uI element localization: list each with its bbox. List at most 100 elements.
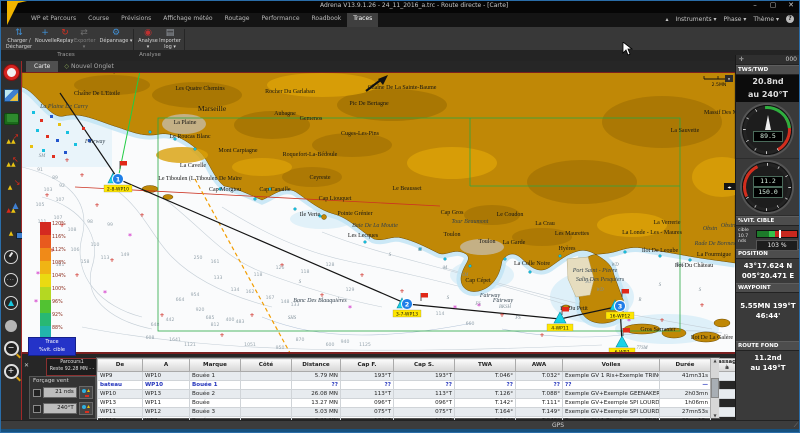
route-legs-table[interactable]: DeAMarqueCôtéDistanceCap F.Cap S.TWAAWAV… (97, 358, 744, 426)
column-header[interactable]: A (143, 359, 190, 372)
menu-phase[interactable]: Phase ▾ (724, 16, 747, 23)
wind-dir-picker-button[interactable]: ▴ (79, 402, 93, 415)
seabed-type: S (699, 288, 702, 293)
place-label: Chaîne De L'Etoile (74, 91, 120, 97)
table-row[interactable]: bateauWP10Bouée 1????????????— (98, 381, 744, 390)
legend-stop: 92% (40, 313, 66, 326)
replay-button[interactable]: ↻Replay (56, 28, 74, 45)
depth-sounding: 118 (301, 269, 310, 275)
nouvelle-button[interactable]: +Nouvelle (35, 28, 55, 45)
help-icon[interactable]: ? (786, 15, 794, 23)
wind-angle-lcd: 89.5 (753, 131, 783, 142)
column-header[interactable]: Voiles (563, 359, 660, 372)
vit-cible-header: %VIT. CIBLE (736, 216, 800, 226)
place-label: La Colle Noire (514, 261, 550, 267)
menu-instruments[interactable]: Instruments ▾ (675, 16, 716, 23)
column-header[interactable]: Marque (190, 359, 241, 372)
gps-status: GPS (552, 422, 564, 429)
hazard-cross: + (109, 257, 114, 264)
ribbon-tab-wp-et-parcours[interactable]: WP et Parcours (25, 13, 82, 27)
depth-sounding: 920 (196, 307, 205, 313)
wind-speed-checkbox[interactable] (33, 389, 41, 397)
title-bar: Adrena V13.9.1.26 - 24_11_2016_a.trc - R… (0, 0, 800, 13)
place-label: Les Maurettes (555, 231, 590, 237)
dial-needle-icon[interactable] (0, 245, 22, 268)
harbor-mark (30, 145, 33, 148)
nautical-chart[interactable]: ++++++++++++++++++++********918910392105… (22, 72, 735, 353)
scrollbar-thumb[interactable] (711, 378, 719, 398)
pan-cross-icon[interactable]: ✛ (739, 56, 744, 63)
place-label: Pointe Grénier (337, 211, 372, 217)
ribbon-tab-pr-visions[interactable]: Prévisions (115, 13, 157, 27)
column-header[interactable]: De (98, 359, 143, 372)
column-header[interactable]: Cap F. (341, 359, 394, 372)
column-header[interactable]: Côté (241, 359, 292, 372)
circle-gray-icon[interactable] (0, 314, 22, 337)
table-row[interactable]: WP10WP13Bouée 226.08 MN113°T113°TT.126°T… (98, 390, 744, 399)
menu-theme[interactable]: Thème ▾ (753, 16, 779, 23)
depth-sounding: 99 (107, 222, 113, 228)
column-header[interactable]: Durée (660, 359, 711, 372)
ribbon-tab-performance[interactable]: Performance (256, 13, 306, 27)
chart-star-symbol: * (453, 304, 457, 313)
life-ring-icon[interactable] (0, 61, 22, 84)
column-header[interactable]: AWA (516, 359, 563, 372)
wind-speed-picker-button[interactable]: ▴ (79, 386, 93, 399)
depth-sounding: 685 (206, 315, 215, 321)
depth-sounding: 105 (36, 202, 45, 208)
column-header[interactable]: Cap S. (394, 359, 455, 372)
waypoint-number: 1 (116, 175, 121, 183)
tab-carte[interactable]: Carte (26, 61, 58, 72)
parcours-title: Parcours1 (47, 359, 97, 366)
buoy-route-3-icon[interactable]: ▲ ↘ (0, 176, 22, 199)
wind-dir-checkbox[interactable] (33, 405, 41, 413)
seabed-type: SM (39, 154, 46, 159)
buoy-route-1-icon[interactable]: ▲▲↗ (0, 130, 22, 153)
wind-dir-field[interactable]: 240°T (43, 403, 77, 414)
chart-map-icon[interactable] (0, 84, 22, 107)
zoom-in-icon[interactable]: + (0, 360, 22, 383)
scroll-up-icon[interactable]: ▲ (713, 358, 716, 363)
close-panel-icon[interactable]: ✕ (24, 362, 29, 369)
table-row[interactable]: WP9WP10Bouée 15.79 MN193°T193°TT.046°T.0… (98, 372, 744, 381)
wind-speed-field[interactable]: 21 nds (43, 387, 77, 398)
depannage-button[interactable]: ⚙Dépannage ▾ (95, 28, 137, 45)
panel-options[interactable]: 000 (786, 56, 797, 63)
target-speed-block: cible 10.7 nds 103 % (736, 226, 800, 249)
wind-override-title: Forçage vent (33, 378, 95, 384)
collapse-ribbon-icon[interactable]: ▴ (665, 16, 668, 23)
depth-sounding: 608 (146, 335, 155, 341)
ribbon-tab-affichage-m-t-o[interactable]: Affichage météo (157, 13, 218, 27)
ribbon-tab-traces[interactable]: Traces (347, 13, 378, 27)
depth-sounding: 91 (37, 167, 43, 173)
analyse-button[interactable]: ◉Analyse▾ (138, 28, 158, 50)
buoy-route-2-icon[interactable]: ▲▲↗ (0, 153, 22, 176)
zoom-out-icon[interactable]: − (0, 337, 22, 360)
table-scrollbar[interactable]: ▲ ▼ (710, 358, 719, 418)
ribbon-tab-roadbook[interactable]: Roadbook (306, 13, 348, 27)
importer-button[interactable]: ▤Importerlog ▾ (159, 28, 181, 50)
maximize-button[interactable]: ▢ (768, 1, 778, 9)
table-row[interactable]: WP13WP11Bouée13.27 MN096°T096°TT.142°T.1… (98, 399, 744, 408)
minimize-button[interactable]: – (750, 1, 760, 9)
buoy-box-icon[interactable]: ▲ (0, 222, 22, 245)
hazard-cross: + (359, 272, 364, 279)
place-label: La Plaine (174, 120, 197, 126)
exporter-button[interactable]: ⇄Exporter▾ (74, 28, 94, 50)
place-label: Roquefort-La-Bédoule (283, 151, 338, 158)
engine-icon[interactable] (0, 107, 22, 130)
column-header[interactable]: Distance (292, 359, 341, 372)
depth-sounding: 483 (236, 319, 245, 325)
close-button[interactable]: ✕ (786, 1, 796, 9)
column-header[interactable]: TWA (455, 359, 516, 372)
depth-sounding: 89 (52, 175, 58, 181)
dial-cone-icon[interactable] (0, 291, 22, 314)
ribbon-tab-routage[interactable]: Routage (219, 13, 256, 27)
buoys-multi-icon[interactable]: ▲▲▲ (0, 199, 22, 222)
dial-dots-icon[interactable]: ··· (0, 268, 22, 291)
scroll-down-icon[interactable]: ▼ (713, 413, 716, 418)
coastal-mark (504, 258, 507, 261)
table-row[interactable]: WP11WP12Bouée 35.03 MN075°T075°TT.164°T.… (98, 408, 744, 417)
tab-new-onglet[interactable]: ◇Nouvel Onglet (58, 61, 121, 72)
ribbon-tab-course[interactable]: Course (82, 13, 115, 27)
